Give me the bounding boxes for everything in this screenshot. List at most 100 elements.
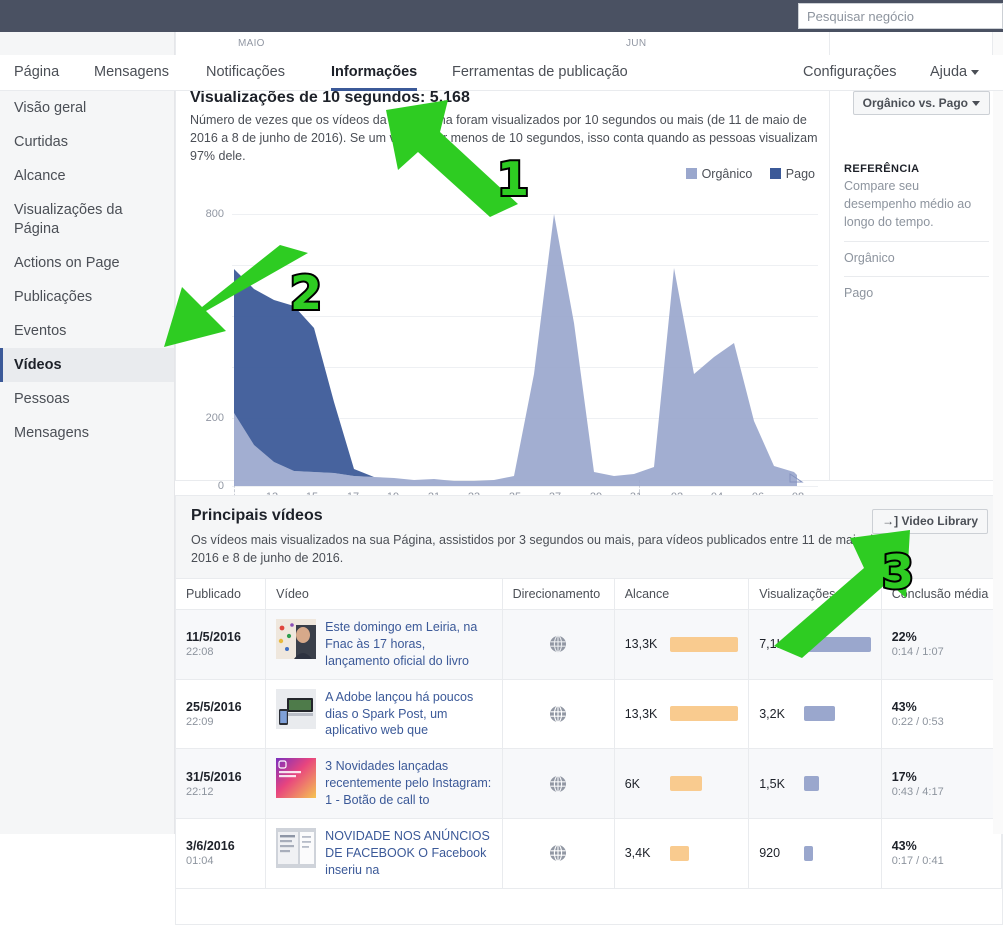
nav-tab-informacoes[interactable]: Informações [331, 55, 418, 91]
sidebar-item-visualizacoes-da-pagina[interactable]: Visualizações da Página [0, 193, 174, 245]
search-input[interactable] [799, 4, 1002, 28]
cell-video: NOVIDADE NOS ANÚNCIOS DE FACEBOOK O Face… [265, 818, 503, 889]
main-content: Visualizações de 10 segundos: 5.168 Núme… [175, 89, 1003, 925]
video-title-link[interactable]: A Adobe lançou há poucos dias o Spark Po… [325, 689, 491, 740]
chart-legend: Orgânico Pago [672, 167, 815, 181]
page-nav-bar: Página Mensagens Notificações Informaçõe… [0, 55, 1003, 91]
legend-swatch-pago [769, 168, 781, 179]
table-row[interactable]: 31/5/2016 22:12 3 Novidades lançadas rec… [176, 748, 1003, 819]
y-tick-800: 800 [205, 208, 224, 220]
legend-label: Orgânico [701, 167, 753, 181]
column-header-publicado[interactable]: Publicado [176, 579, 267, 610]
video-thumbnail[interactable] [276, 758, 317, 799]
reach-bar [669, 845, 689, 861]
video-thumbnail[interactable] [276, 619, 317, 659]
cell-conclusao-media: 43% 0:22 / 0:53 [881, 679, 1003, 750]
column-header-conclusao-media[interactable]: Conclusão média [881, 579, 1003, 610]
sidebar-item-curtidas[interactable]: Curtidas [0, 125, 174, 159]
video-title-link[interactable]: 3 Novidades lançadas recentemente pelo I… [325, 758, 491, 809]
y-tick-200: 200 [205, 412, 224, 424]
top-videos-table: Publicado Vídeo Direcionamento Alcance V… [176, 579, 1003, 889]
nav-tab-notificacoes[interactable]: Notificações [206, 55, 285, 91]
video-library-label: Video Library [901, 514, 978, 528]
paid-area [234, 269, 394, 478]
cell-visualizacoes: 920 [748, 818, 882, 889]
nav-tab-pagina[interactable]: Página [14, 55, 59, 91]
legend-label: Pago [785, 167, 815, 181]
video-library-button[interactable]: →] Video Library [872, 509, 988, 534]
views-value: 7,1K [759, 637, 785, 652]
views-bar [804, 636, 871, 652]
views-bar [804, 845, 814, 861]
column-header-video[interactable]: Vídeo [265, 579, 503, 610]
cell-alcance: 13,3K [614, 679, 750, 750]
peek-reference-card [830, 32, 993, 55]
reach-value: 6K [624, 776, 640, 791]
published-time: 01:04 [186, 855, 214, 868]
sidebar-item-videos[interactable]: Vídeos [0, 348, 174, 383]
cell-direcionamento [502, 679, 615, 750]
cell-alcance: 13,3K [614, 609, 750, 680]
peek-month-jun: JUN [626, 38, 647, 49]
views-value: 3,2K [759, 706, 785, 721]
globe-icon [550, 775, 567, 793]
nav-tab-label: Página [14, 64, 60, 80]
sidebar-item-visao-geral[interactable]: Visão geral [0, 91, 174, 125]
page-scrollbar[interactable] [993, 32, 1003, 834]
table-row[interactable]: 11/5/2016 22:08 Este domingo em Leiria, … [176, 609, 1003, 680]
sidebar-item-publicacoes[interactable]: Publicações [0, 280, 174, 314]
chart-description: Número de vezes que os vídeos da sua Pág… [190, 113, 818, 164]
video-title-link[interactable]: NOVIDADE NOS ANÚNCIOS DE FACEBOOK O Face… [325, 828, 491, 879]
legend-item-pago: Pago [769, 167, 815, 181]
published-time: 22:12 [186, 785, 214, 798]
table-row[interactable]: 3/6/2016 01:04 NOVIDADE NOS ANÚNCIOS DE … [176, 818, 1003, 889]
reference-panel-description: Compare seu desempenho médio ao longo do… [844, 179, 972, 230]
nav-tab-label: Informações [331, 64, 418, 80]
completion-time: 0:17 / 0:41 [891, 855, 944, 868]
cell-video: A Adobe lançou há poucos dias o Spark Po… [265, 679, 503, 750]
reference-row-pago[interactable]: Pago [844, 276, 989, 300]
sidebar-item-mensagens[interactable]: Mensagens [0, 416, 174, 450]
cell-conclusao-media: 22% 0:14 / 1:07 [881, 609, 1003, 680]
sidebar-item-pessoas[interactable]: Pessoas [0, 382, 174, 416]
table-row[interactable]: 25/5/2016 22:09 A Adobe lançou há poucos… [176, 679, 1003, 750]
sidebar-item-eventos[interactable]: Eventos [0, 314, 174, 348]
area-chart-plot: 800 200 0 13 15 17 19 21 23 25 27 [190, 194, 818, 522]
enter-arrow-icon: →] [882, 514, 899, 528]
views-value: 920 [759, 846, 781, 861]
reach-bar [669, 776, 702, 792]
cell-visualizacoes: 1,5K [748, 748, 882, 819]
sidebar-item-label: Mensagens [14, 425, 89, 442]
nav-tab-label: Notificações [206, 64, 285, 80]
chevron-down-icon [972, 101, 980, 107]
nav-tab-mensagens[interactable]: Mensagens [94, 55, 169, 91]
sidebar-item-alcance[interactable]: Alcance [0, 159, 174, 193]
column-header-direcionamento[interactable]: Direcionamento [502, 579, 615, 610]
reference-panel-title: REFERÊNCIA [844, 163, 920, 175]
globe-icon [550, 844, 567, 862]
sidebar-item-label: Visualizações da Página [14, 202, 123, 237]
nav-tab-ajuda[interactable]: Ajuda [930, 55, 980, 91]
published-date: 31/5/2016 [186, 769, 242, 784]
nav-tab-label: Ajuda [930, 64, 968, 80]
cell-conclusao-media: 43% 0:17 / 0:41 [881, 818, 1003, 889]
nav-tab-ferramentas-de-publicacao[interactable]: Ferramentas de publicação [452, 55, 628, 91]
globe-icon [550, 705, 567, 723]
cell-publicado: 31/5/2016 22:12 [176, 748, 267, 819]
search-box[interactable] [798, 3, 1003, 29]
nav-tab-configuracoes[interactable]: Configurações [803, 55, 897, 91]
completion-percent: 22% [891, 630, 917, 645]
video-thumbnail[interactable] [276, 688, 317, 729]
chevron-down-icon [971, 69, 980, 75]
video-title-link[interactable]: Este domingo em Leiria, na Fnac às 17 ho… [325, 619, 491, 670]
column-header-visualizacoes[interactable]: Visualizações [748, 579, 882, 610]
column-header-alcance[interactable]: Alcance [614, 579, 750, 610]
completion-percent: 17% [891, 769, 917, 784]
sidebar-item-label: Visão geral [14, 100, 87, 116]
published-time: 22:08 [186, 646, 214, 659]
reference-row-organico[interactable]: Orgânico [844, 241, 989, 265]
organic-vs-paid-dropdown[interactable]: Orgânico vs. Pago [852, 91, 990, 115]
sidebar-item-actions-on-page[interactable]: Actions on Page [0, 246, 174, 280]
y-tick-0: 0 [217, 480, 224, 492]
peek-month-maio: MAIO [238, 38, 265, 49]
